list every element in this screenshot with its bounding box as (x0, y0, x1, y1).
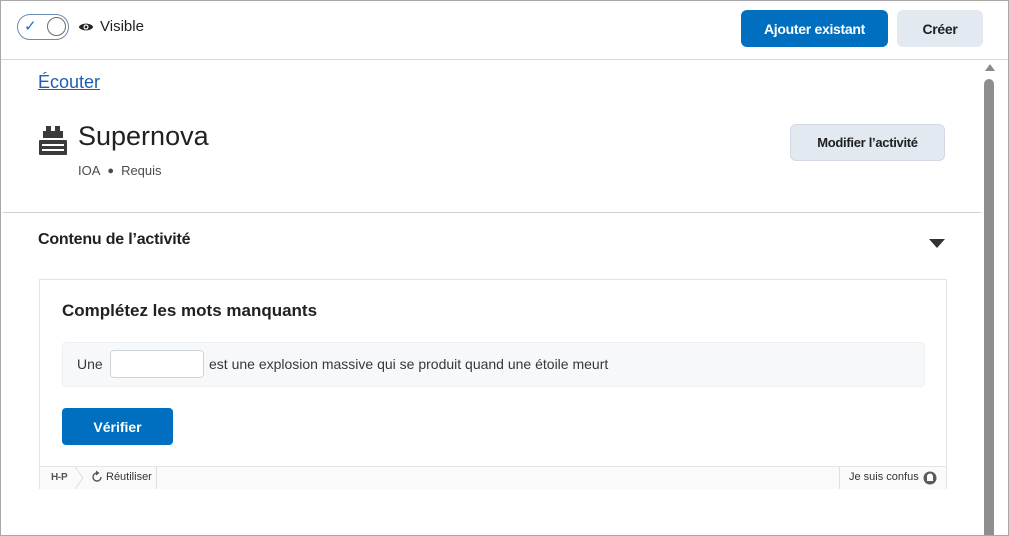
confused-button[interactable]: Je suis confus (849, 471, 919, 483)
visibility-label: Visible (100, 18, 144, 35)
h5p-logo: H-P (51, 472, 68, 483)
activity-meta: IOA ● Requis (78, 163, 162, 178)
h5p-footer: H-P Réutiliser Je suis confus (40, 466, 946, 489)
create-button[interactable]: Créer (897, 10, 983, 47)
separator-dot: ● (107, 165, 115, 177)
activity-title: Supernova (78, 121, 209, 151)
chevron-down-icon[interactable] (929, 239, 945, 248)
verify-button[interactable]: Vérifier (62, 408, 173, 445)
blank-input[interactable] (110, 350, 204, 378)
footer-separator (156, 467, 157, 489)
reload-icon (92, 470, 102, 482)
activity-type: IOA (78, 163, 101, 178)
modify-activity-button[interactable]: Modifier l’activité (790, 124, 945, 161)
activity-content-heading: Contenu de l’activité (38, 231, 191, 248)
help-icon[interactable] (923, 471, 937, 485)
activity-blocks-icon (39, 126, 67, 155)
visibility-toggle[interactable]: ✓ (17, 14, 69, 40)
h5p-title: Complétez les mots manquants (62, 301, 318, 320)
footer-separator (839, 467, 840, 489)
section-divider (3, 212, 981, 213)
checkmark-icon: ✓ (24, 18, 37, 35)
eye-icon (78, 23, 94, 31)
h5p-activity: Complétez les mots manquants Une est une… (39, 279, 947, 489)
reuse-label: Réutiliser (106, 471, 152, 483)
logo-separator (74, 467, 84, 489)
app-frame: ✓ Visible Ajouter existant Créer Écouter… (0, 0, 1009, 536)
activity-status: Requis (121, 163, 162, 178)
listen-link[interactable]: Écouter (38, 72, 100, 93)
sentence-before-text: Une (77, 356, 103, 372)
scroll-up-arrow-icon[interactable] (985, 64, 995, 71)
sentence-after-text: est une explosion massive qui se produit… (209, 356, 609, 372)
scroll-thumb[interactable] (984, 79, 994, 535)
fill-in-blank-sentence: Une est une explosion massive qui se pro… (62, 342, 925, 387)
top-toolbar: ✓ Visible Ajouter existant Créer (1, 1, 1008, 60)
toggle-knob (47, 17, 66, 36)
add-existing-button[interactable]: Ajouter existant (741, 10, 888, 47)
